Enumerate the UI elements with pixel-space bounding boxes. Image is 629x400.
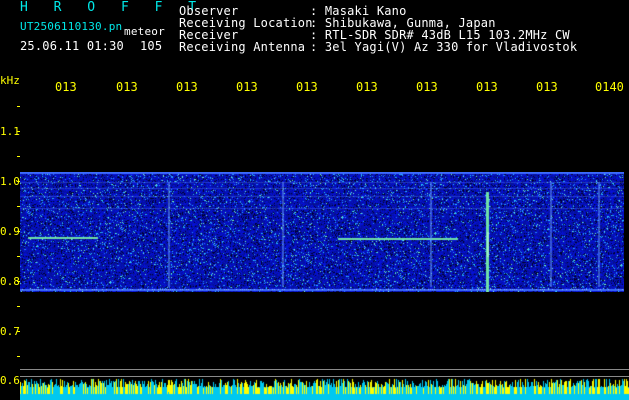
freq-tick-mark	[17, 106, 20, 107]
spectrogram-screen: H R O F F T UT2506110130.pn meteor 25.06…	[0, 0, 629, 400]
freq-unit-label: kHz	[0, 74, 20, 87]
freq-tick-mark	[17, 306, 20, 307]
program-title: H R O F F T	[20, 0, 206, 15]
time-tick-label: 013	[55, 80, 77, 94]
time-tick-label: 0140	[595, 80, 624, 94]
freq-tick-mark	[17, 356, 20, 357]
time-tick-label: 013	[356, 80, 378, 94]
reference-line	[20, 369, 629, 370]
time-tick-label: 013	[476, 80, 498, 94]
spectrogram-waterfall	[20, 172, 624, 292]
freq-tick-mark	[17, 156, 20, 157]
freq-tick-label: 0.6	[0, 374, 20, 387]
freq-tick-mark	[17, 131, 20, 132]
count-label: 105	[140, 39, 163, 53]
noise-level-bars	[20, 377, 629, 400]
freq-tick-mark	[17, 331, 20, 332]
datetime-label: 25.06.11 01:30	[20, 39, 124, 53]
filename-label: UT2506110130.pn	[20, 20, 123, 33]
antenna-value: : 3el Yagi(V) Az 330 for Vladivostok	[310, 40, 578, 54]
time-tick-label: 013	[536, 80, 558, 94]
time-tick-label: 013	[236, 80, 258, 94]
antenna-label: Receiving Antenna	[179, 40, 306, 54]
time-tick-label: 013	[116, 80, 138, 94]
time-tick-label: 013	[176, 80, 198, 94]
time-tick-label: 013	[416, 80, 438, 94]
time-tick-label: 013	[296, 80, 318, 94]
mode-label: meteor	[124, 25, 165, 38]
